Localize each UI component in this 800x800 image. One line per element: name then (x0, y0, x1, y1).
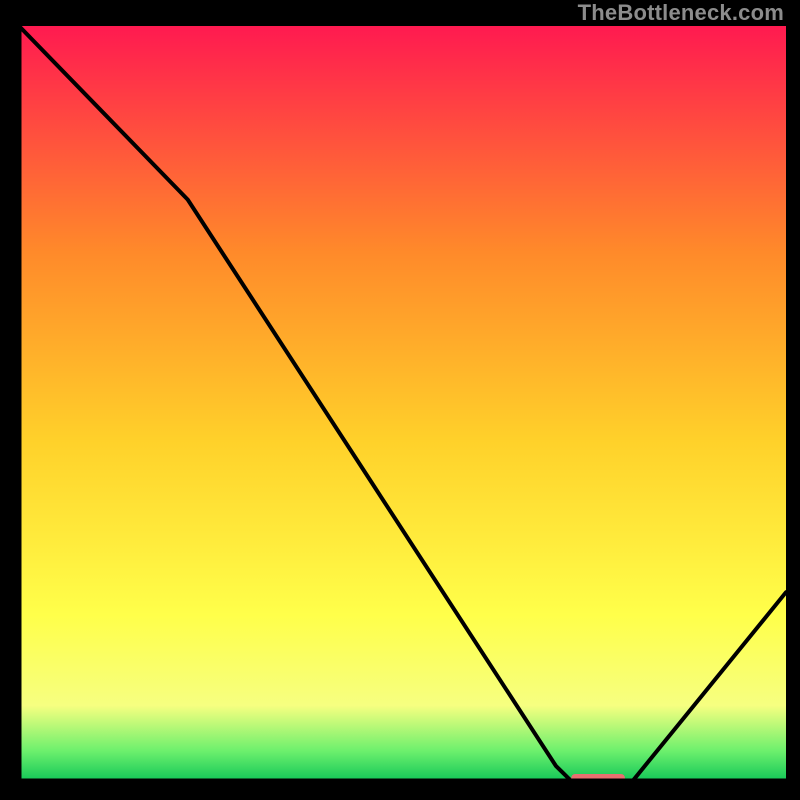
gradient-background (19, 26, 786, 781)
bottleneck-chart (14, 26, 786, 786)
chart-container: TheBottleneck.com (0, 0, 800, 800)
watermark-text: TheBottleneck.com (578, 0, 784, 26)
